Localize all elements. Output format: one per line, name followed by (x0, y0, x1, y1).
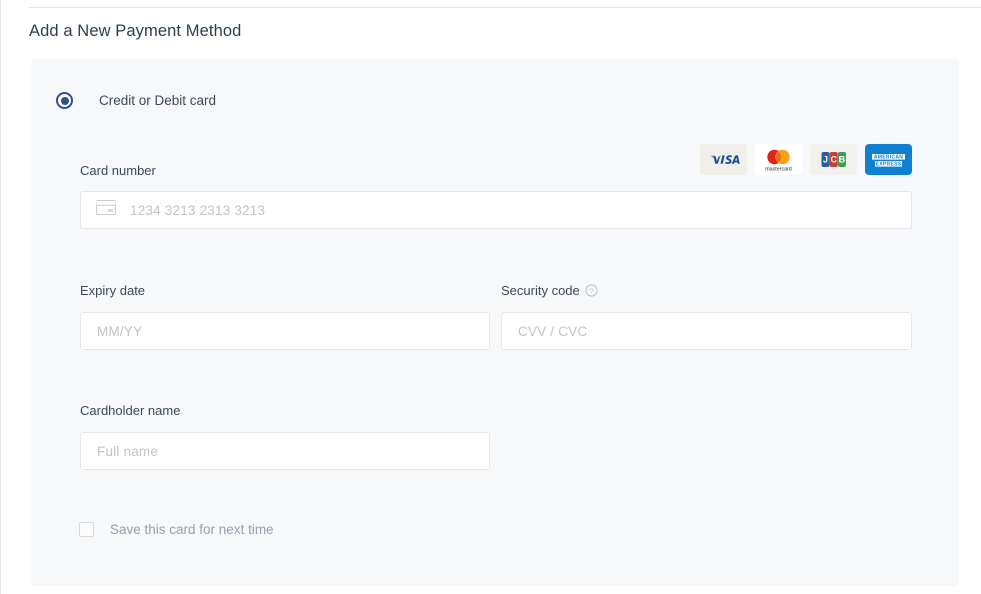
expiry-date-placeholder: MM/YY (97, 324, 142, 339)
accepted-card-brands: mastercard J C B AMERICAN EXP (700, 144, 912, 175)
security-code-placeholder: CVV / CVC (518, 324, 587, 339)
expiry-date-input[interactable]: MM/YY (80, 312, 490, 350)
save-card-label: Save this card for next time (110, 522, 274, 537)
svg-text:mastercard: mastercard (765, 167, 792, 173)
credit-card-radio[interactable] (56, 92, 73, 109)
svg-text:B: B (839, 154, 846, 164)
jcb-logo-icon: J C B (810, 144, 857, 175)
cardholder-name-placeholder: Full name (97, 444, 158, 459)
payment-method-option-credit-card[interactable]: Credit or Debit card (56, 92, 216, 109)
svg-text:C: C (830, 154, 837, 164)
payment-method-page: Add a New Payment Method Credit or Debit… (0, 0, 981, 594)
cardholder-name-input[interactable]: Full name (80, 432, 490, 470)
save-card-checkbox[interactable] (79, 522, 94, 537)
expiry-date-label: Expiry date (80, 283, 145, 298)
payment-method-panel: Credit or Debit card mastercard (31, 59, 959, 586)
page-title: Add a New Payment Method (29, 22, 241, 41)
visa-logo-icon (700, 144, 747, 175)
svg-text:AMERICAN: AMERICAN (874, 154, 903, 160)
security-code-input[interactable]: CVV / CVC (501, 312, 912, 350)
radio-selected-dot (61, 97, 69, 105)
card-number-label: Card number (80, 163, 156, 178)
help-icon[interactable]: ? (585, 284, 598, 300)
mastercard-logo-icon: mastercard (755, 144, 802, 175)
svg-text:EXPRESS: EXPRESS (876, 161, 902, 167)
save-card-row[interactable]: Save this card for next time (79, 522, 274, 537)
amex-logo-icon: AMERICAN EXPRESS (865, 144, 912, 175)
credit-card-icon (96, 200, 116, 220)
top-divider (29, 7, 981, 8)
cardholder-name-label: Cardholder name (80, 403, 180, 418)
payment-method-label: Credit or Debit card (99, 93, 216, 108)
security-code-label: Security code? (501, 283, 598, 300)
card-number-input[interactable]: 1234 3213 2313 3213 (80, 191, 912, 229)
svg-text:?: ? (589, 286, 593, 295)
svg-text:J: J (823, 154, 828, 164)
security-code-label-text: Security code (501, 283, 580, 298)
card-number-placeholder: 1234 3213 2313 3213 (130, 203, 265, 218)
